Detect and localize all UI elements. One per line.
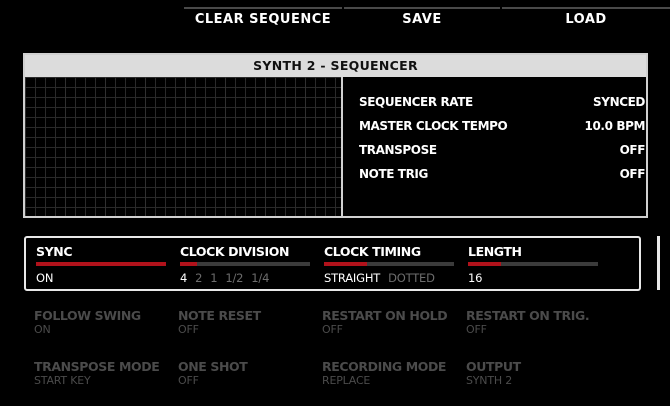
param-transpose: TRANSPOSE OFF [359,143,645,167]
clock-division-option[interactable]: 1 [210,271,217,285]
param-sequencer-rate: SEQUENCER RATE SYNCED [359,95,645,119]
param-label: MASTER CLOCK TEMPO [359,119,508,133]
length-value: 16 [468,271,483,285]
follow-swing-control[interactable]: FOLLOW SWING ON [24,303,168,359]
note-reset-control[interactable]: NOTE RESET OFF [168,303,312,359]
clock-timing-bar [324,262,454,266]
output-control[interactable]: OUTPUT SYNTH 2 [456,354,600,406]
follow-swing-value: ON [34,323,51,336]
load-label: LOAD [565,12,607,27]
length-control[interactable]: LENGTH 16 [458,238,602,289]
sequencer-params: SEQUENCER RATE SYNCED MASTER CLOCK TEMPO… [359,95,645,191]
output-value: SYNTH 2 [466,374,513,387]
note-reset-value: OFF [178,323,199,336]
clock-division-label: CLOCK DIVISION [180,244,290,259]
sequencer-panel: SYNTH 2 - SEQUENCER SEQUENCER RATE SYNCE… [23,53,648,218]
clock-timing-option[interactable]: STRAIGHT [324,271,380,285]
param-value: OFF [619,167,646,181]
clock-timing-label: CLOCK TIMING [324,244,421,259]
settings-row-active: SYNC ON CLOCK DIVISION 4 2 1 1/2 1/4 CLOCK T… [24,236,641,291]
length-label: LENGTH [468,244,522,259]
param-label: NOTE TRIG [359,167,428,181]
param-value: SYNCED [593,95,645,109]
transpose-mode-value: START KEY [34,374,91,387]
param-note-trig: NOTE TRIG OFF [359,167,645,191]
note-reset-label: NOTE RESET [178,308,261,323]
clock-division-control[interactable]: CLOCK DIVISION 4 2 1 1/2 1/4 [170,238,314,289]
output-label: OUTPUT [466,359,521,374]
follow-swing-label: FOLLOW SWING [34,308,141,323]
clock-timing-options: STRAIGHT DOTTED [324,271,443,285]
load-button[interactable]: LOAD [502,7,670,36]
restart-on-trig-value: OFF [466,323,487,336]
clock-timing-control[interactable]: CLOCK TIMING STRAIGHT DOTTED [314,238,458,289]
one-shot-value: OFF [178,374,199,387]
save-label: SAVE [402,12,442,27]
clock-timing-option[interactable]: DOTTED [388,271,435,285]
clock-division-option[interactable]: 4 [180,271,187,285]
sequence-grid[interactable] [25,77,343,216]
restart-on-hold-label: RESTART ON HOLD [322,308,448,323]
recording-mode-control[interactable]: RECORDING MODE REPLACE [312,354,456,406]
clear-sequence-underline [184,7,342,9]
length-bar-fill [468,262,501,266]
length-bar [468,262,598,266]
clock-division-option[interactable]: 2 [195,271,202,285]
save-button[interactable]: SAVE [344,7,500,36]
top-toolbar: CLEAR SEQUENCE SAVE LOAD [184,0,670,42]
param-label: TRANSPOSE [359,143,437,157]
recording-mode-value: REPLACE [322,374,371,387]
clock-timing-bar-fill [324,262,367,266]
save-underline [344,7,500,9]
sync-bar-fill [36,262,166,266]
transpose-mode-control[interactable]: TRANSPOSE MODE START KEY [24,354,168,406]
sync-label: SYNC [36,244,73,259]
one-shot-label: ONE SHOT [178,359,248,374]
restart-on-trig-label: RESTART ON TRIG. [466,308,590,323]
clock-division-bar [180,262,310,266]
restart-on-hold-value: OFF [322,323,343,336]
panel-title: SYNTH 2 - SEQUENCER [25,55,646,77]
sync-bar [36,262,166,266]
transpose-mode-label: TRANSPOSE MODE [34,359,160,374]
load-underline [502,7,670,9]
restart-on-trig-control[interactable]: RESTART ON TRIG. OFF [456,303,600,359]
recording-mode-label: RECORDING MODE [322,359,447,374]
param-value: OFF [619,143,646,157]
clear-sequence-label: CLEAR SEQUENCE [194,12,332,27]
one-shot-control[interactable]: ONE SHOT OFF [168,354,312,406]
scrollbar-thumb[interactable] [657,236,660,290]
clear-sequence-button[interactable]: CLEAR SEQUENCE [184,7,342,36]
settings-row-2: FOLLOW SWING ON NOTE RESET OFF RESTART O… [24,303,641,359]
clock-division-bar-fill [180,262,197,266]
param-master-clock-tempo: MASTER CLOCK TEMPO 10.0 BPM [359,119,645,143]
sync-control[interactable]: SYNC ON [26,238,170,289]
clock-division-option[interactable]: 1/2 [225,271,243,285]
settings-row-3: TRANSPOSE MODE START KEY ONE SHOT OFF RE… [24,354,641,406]
clock-division-option[interactable]: 1/4 [251,271,269,285]
param-value: 10.0 BPM [584,119,646,133]
clock-division-options: 4 2 1 1/2 1/4 [180,271,277,285]
restart-on-hold-control[interactable]: RESTART ON HOLD OFF [312,303,456,359]
sync-value: ON [36,271,54,285]
param-label: SEQUENCER RATE [359,95,473,109]
